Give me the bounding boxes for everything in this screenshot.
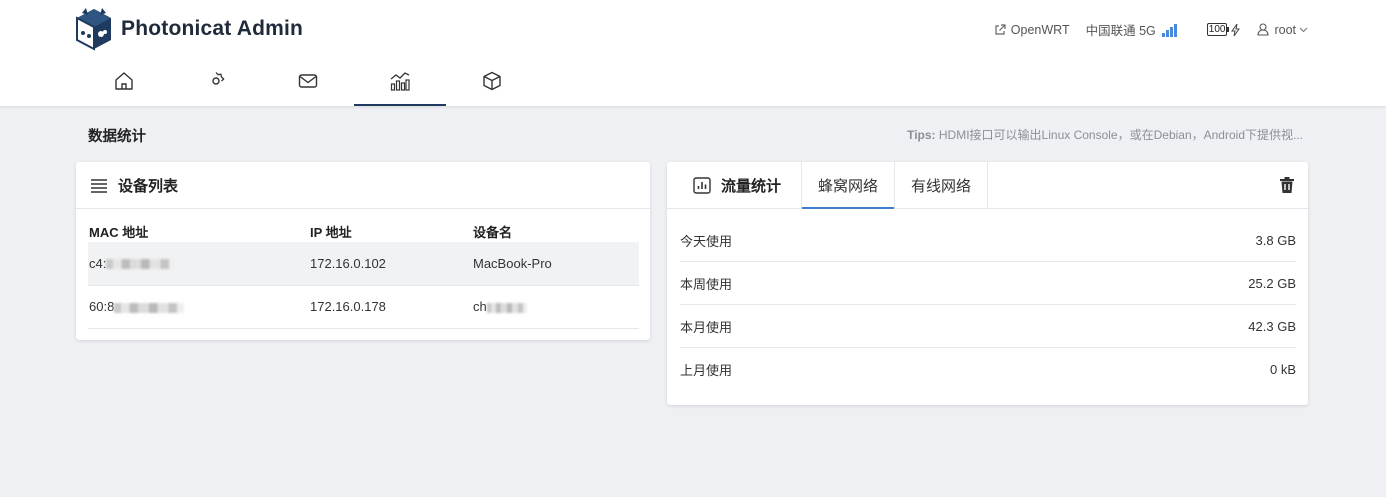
tab-wired[interactable]: 有线网络 (895, 162, 989, 208)
stat-value: 25.2 GB (1248, 275, 1296, 291)
user-icon (1257, 23, 1270, 36)
tips-banner: Tips: HDMI接口可以输出Linux Console，或在Debian，A… (907, 126, 1303, 143)
device-name-cell: ch (472, 285, 639, 329)
stat-label: 今天使用 (680, 233, 733, 249)
page-title: 数据统计 (88, 129, 146, 145)
nav-statistics[interactable] (354, 62, 446, 106)
battery-tip (1227, 27, 1230, 32)
device-list-card: 设备列表 MAC 地址 IP 地址 设备名 c4: 172.16.0.102 M… (76, 162, 650, 340)
traffic-stats-list: 今天使用 3.8 GB 本周使用 25.2 GB 本月使用 42.3 GB 上月… (680, 219, 1296, 391)
main-nav (78, 62, 538, 106)
device-name-value: ch (473, 299, 487, 314)
device-name-cell: MacBook-Pro (472, 242, 639, 286)
app-title: Photonicat Admin (121, 17, 304, 40)
gear-icon (212, 72, 225, 85)
username: root (1274, 22, 1296, 37)
mail-icon (298, 74, 318, 88)
chevron-down-icon (1299, 27, 1308, 33)
openwrt-link[interactable]: OpenWRT (994, 23, 1070, 37)
bar-chart-icon (693, 176, 711, 194)
openwrt-label: OpenWRT (1010, 22, 1070, 37)
traffic-title-label: 流量统计 (721, 177, 782, 195)
table-header-row: MAC 地址 IP 地址 设备名 (88, 220, 639, 242)
device-list-title: 设备列表 (118, 177, 179, 195)
stat-value: 3.8 GB (1255, 232, 1296, 248)
table-row[interactable]: c4: 172.16.0.102 MacBook-Pro (88, 242, 639, 286)
photonicat-logo-icon (76, 8, 111, 51)
ip-cell: 172.16.0.102 (309, 242, 472, 286)
stat-row-month: 本月使用 42.3 GB (680, 305, 1296, 348)
stat-label: 上月使用 (680, 363, 733, 378)
package-box-icon (483, 71, 501, 91)
ip-cell: 172.16.0.178 (309, 285, 472, 329)
stat-label: 本周使用 (680, 276, 733, 292)
stat-value: 42.3 GB (1248, 318, 1296, 334)
nav-messages[interactable] (262, 62, 354, 106)
stat-label: 本月使用 (680, 319, 733, 335)
traffic-stats-card: 流量统计 蜂窝网络 有线网络 今天使用 3.8 GB 本周使用 25.2 GB … (667, 162, 1308, 405)
traffic-tabs: 流量统计 蜂窝网络 有线网络 (667, 162, 1308, 209)
carrier-label: 中国联通 5G (1085, 24, 1156, 38)
column-device-name: 设备名 (473, 224, 513, 240)
mac-value: c4: (89, 255, 107, 271)
stat-row-last-month: 上月使用 0 kB (680, 348, 1296, 391)
trash-icon[interactable] (1279, 176, 1295, 194)
stats-chart-icon (390, 72, 410, 91)
redacted-mask (486, 302, 527, 313)
brand[interactable]: Photonicat Admin (75, 7, 303, 51)
nav-settings[interactable] (170, 62, 262, 106)
charging-icon (1231, 23, 1241, 36)
user-menu[interactable]: root (1257, 23, 1308, 37)
table-row[interactable]: 60:8 172.16.0.178 ch (88, 285, 639, 329)
nav-home[interactable] (78, 62, 170, 106)
column-mac: MAC 地址 (89, 224, 149, 240)
mac-cell: 60:8 (88, 285, 309, 329)
tips-text: HDMI接口可以输出Linux Console，或在Debian，Android… (938, 128, 1303, 142)
stat-row-today: 今天使用 3.8 GB (680, 219, 1296, 262)
redacted-mask (114, 302, 185, 313)
nav-apps[interactable] (446, 62, 538, 106)
stat-value: 0 kB (1269, 362, 1296, 377)
device-list-header: 设备列表 (76, 162, 650, 209)
battery-level: 100 (1206, 23, 1228, 36)
carrier-status: 中国联通 5G (1086, 20, 1177, 39)
tips-label: Tips: (907, 128, 936, 142)
traffic-title: 流量统计 (667, 162, 803, 208)
home-icon (115, 72, 133, 90)
signal-strength-icon (1161, 23, 1177, 37)
redacted-mask (106, 259, 177, 270)
device-table: MAC 地址 IP 地址 设备名 c4: 172.16.0.102 MacBoo… (88, 220, 639, 329)
top-bar: Photonicat Admin OpenWRT 中国联通 5G 100 roo… (0, 0, 1386, 106)
mac-cell: c4: (88, 242, 309, 286)
battery-status: 100 (1206, 23, 1242, 36)
mac-value: 60:8 (89, 299, 115, 314)
tab-cellular[interactable]: 蜂窝网络 (802, 162, 896, 209)
external-link-icon (995, 23, 1006, 35)
column-ip: IP 地址 (310, 224, 352, 240)
status-bar: OpenWRT 中国联通 5G 100 root (994, 20, 1308, 39)
stat-row-week: 本周使用 25.2 GB (680, 262, 1296, 305)
list-icon (91, 179, 107, 193)
